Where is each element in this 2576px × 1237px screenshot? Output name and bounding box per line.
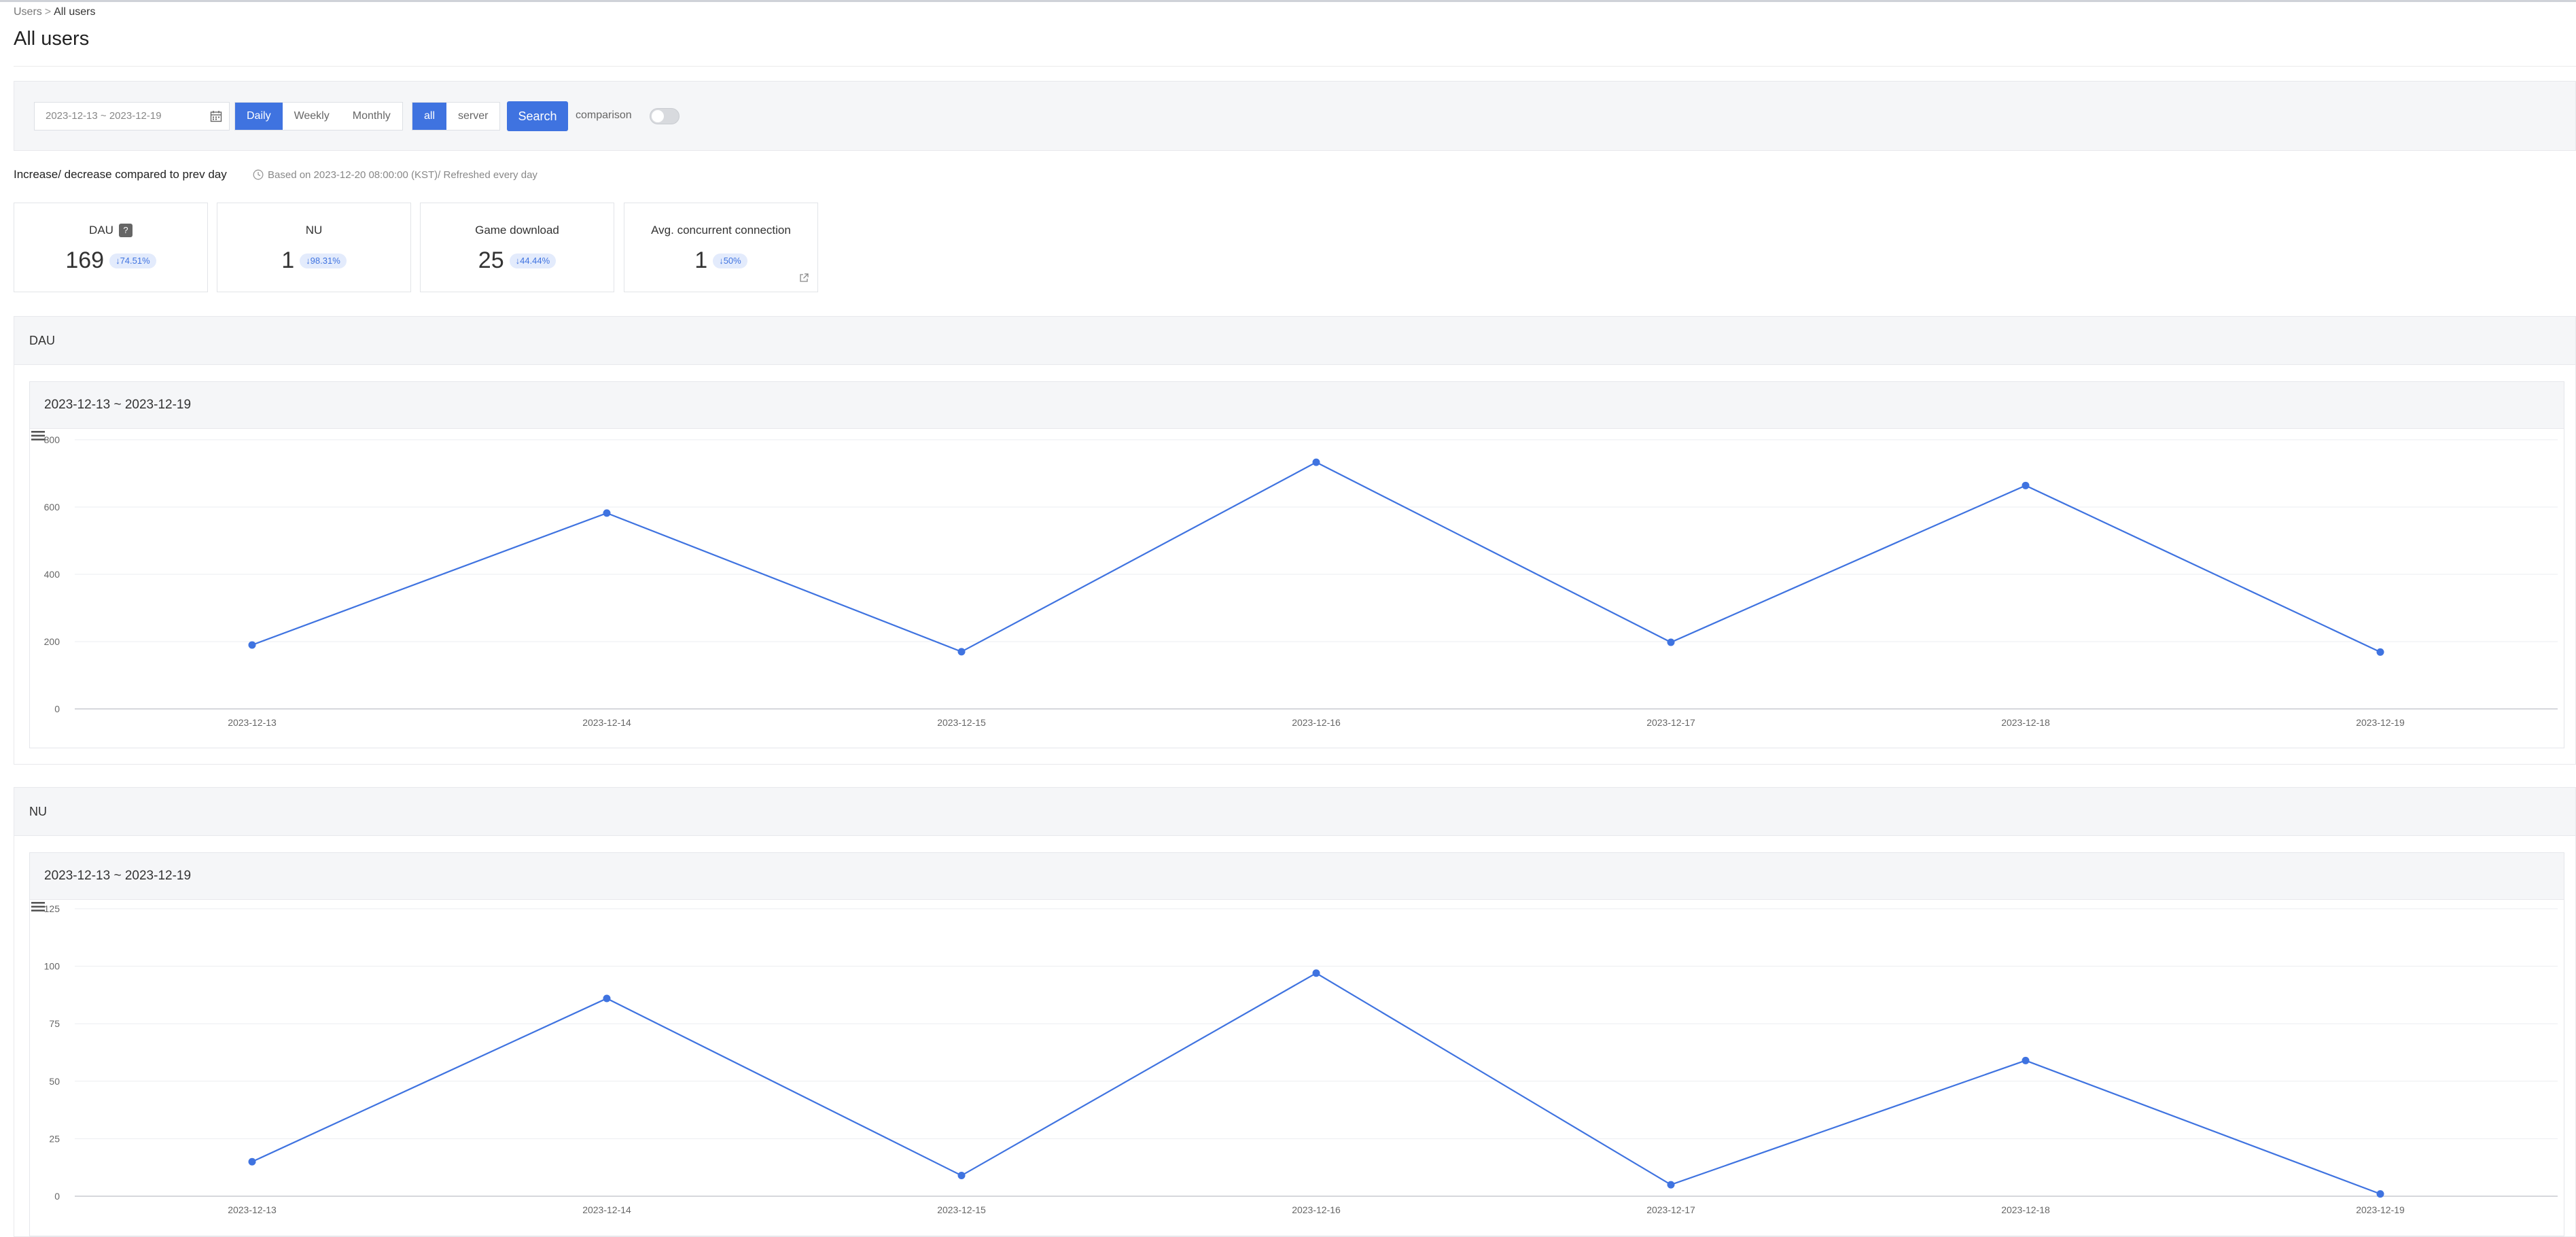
y-tick-label: 25 — [49, 1133, 60, 1144]
change-section-title: Increase/ decrease compared to prev day — [14, 168, 227, 181]
y-tick-label: 0 — [54, 703, 60, 714]
x-tick-label: 2023-12-15 — [937, 1204, 986, 1215]
x-tick-label: 2023-12-17 — [1646, 717, 1695, 728]
breadcrumb: Users > All users — [14, 6, 95, 18]
period-monthly-button[interactable]: Monthly — [341, 103, 402, 130]
card-value: 1 — [694, 247, 708, 273]
dau-section: DAU 2023-12-13 ~ 2023-12-19 0 200 400 600 80… — [14, 316, 2576, 765]
data-point — [1312, 969, 1320, 977]
date-range-value: 2023-12-13 ~ 2023-12-19 — [46, 110, 162, 122]
dau-line-chart: 0 200 400 600 800 2023-12-13 2023-12-14 2023-12… — [44, 434, 2558, 728]
data-point — [2022, 1056, 2030, 1064]
comparison-label: comparison — [576, 109, 632, 121]
clock-icon — [253, 169, 264, 180]
period-daily-button[interactable]: Daily — [235, 103, 283, 130]
card-label: Avg. concurrent connection — [651, 224, 791, 237]
y-tick-label: 75 — [49, 1018, 60, 1029]
data-point — [1312, 458, 1320, 466]
data-point — [248, 1157, 256, 1166]
breadcrumb-separator: > — [44, 6, 52, 18]
y-tick-label: 400 — [44, 569, 60, 580]
data-point — [1667, 1181, 1675, 1189]
help-icon[interactable]: ? — [118, 224, 133, 237]
card-label: DAU — [89, 224, 113, 237]
change-badge: ↓44.44% — [509, 253, 557, 268]
period-toggle: Daily Weekly Monthly — [234, 102, 403, 130]
data-point — [2376, 648, 2384, 656]
y-tick-label: 125 — [44, 903, 60, 914]
nu-line-chart: 0 25 50 75 100 125 2023-12-13 2023-12-14 2023-12… — [44, 903, 2558, 1215]
x-tick-label: 2023-12-13 — [228, 717, 277, 728]
chart-panel: 2023-12-13 ~ 2023-12-19 0 25 50 75 100 125 202… — [29, 852, 2564, 1236]
y-tick-label: 600 — [44, 502, 60, 512]
based-on-note: Based on 2023-12-20 08:00:00 (KST)/ Refr… — [253, 169, 537, 181]
y-tick-label: 100 — [44, 961, 60, 972]
x-tick-label: 2023-12-14 — [582, 1204, 631, 1215]
date-range-input[interactable]: 2023-12-13 ~ 2023-12-19 — [34, 102, 230, 130]
change-value: 44.44% — [520, 255, 550, 266]
card-value: 169 — [65, 247, 105, 273]
series-line — [251, 461, 2381, 653]
comparison-toggle[interactable] — [650, 108, 680, 124]
metric-card-avg-ccu: Avg. concurrent connection 1 ↓50% — [624, 203, 818, 292]
data-point — [2022, 481, 2030, 489]
x-tick-label: 2023-12-18 — [2001, 717, 2050, 728]
y-tick-label: 0 — [54, 1191, 60, 1202]
change-badge: ↓74.51% — [109, 253, 156, 268]
calendar-icon[interactable] — [210, 110, 222, 122]
scope-toggle: all server — [412, 102, 501, 130]
section-title: DAU — [14, 317, 2575, 365]
external-link-icon[interactable] — [798, 273, 809, 283]
x-tick-label: 2023-12-16 — [1292, 717, 1341, 728]
metric-card-game-download: Game download 25 ↓44.44% — [420, 203, 614, 292]
data-point — [1667, 638, 1675, 646]
x-tick-label: 2023-12-18 — [2001, 1204, 2050, 1215]
card-value: 25 — [478, 247, 504, 273]
change-value: 98.31% — [310, 255, 340, 266]
section-title: NU — [14, 788, 2575, 836]
breadcrumb-current: All users — [54, 6, 96, 18]
data-point — [603, 994, 611, 1003]
x-tick-label: 2023-12-17 — [1646, 1204, 1695, 1215]
x-tick-label: 2023-12-15 — [937, 717, 986, 728]
y-tick-label: 50 — [49, 1076, 60, 1087]
data-point — [957, 648, 966, 656]
change-badge: ↓50% — [713, 253, 747, 268]
data-point — [603, 509, 611, 517]
page-title: All users — [14, 28, 90, 50]
toggle-knob — [652, 110, 664, 122]
x-tick-label: 2023-12-13 — [228, 1204, 277, 1215]
y-tick-label: 200 — [44, 636, 60, 647]
scope-all-button[interactable]: all — [412, 103, 447, 130]
based-on-text: Based on 2023-12-20 08:00:00 (KST)/ Refr… — [268, 169, 537, 181]
scope-server-button[interactable]: server — [446, 103, 499, 130]
data-point — [248, 641, 256, 649]
filter-bar: 2023-12-13 ~ 2023-12-19 Daily Weekly Mon… — [14, 81, 2576, 151]
period-weekly-button[interactable]: Weekly — [283, 103, 341, 130]
card-value: 1 — [281, 247, 295, 273]
breadcrumb-parent[interactable]: Users — [14, 6, 42, 18]
change-badge: ↓98.31% — [300, 253, 347, 268]
x-tick-label: 2023-12-14 — [582, 717, 631, 728]
title-divider — [14, 66, 2576, 67]
nu-section: NU 2023-12-13 ~ 2023-12-19 0 25 50 75 100 125… — [14, 787, 2576, 1237]
change-value: 74.51% — [120, 255, 150, 266]
x-tick-label: 2023-12-19 — [2356, 717, 2405, 728]
change-value: 50% — [723, 255, 741, 266]
metric-card-dau: DAU? 169 ↓74.51% — [14, 203, 208, 292]
card-label: NU — [305, 224, 323, 237]
x-tick-label: 2023-12-16 — [1292, 1204, 1341, 1215]
y-tick-label: 800 — [44, 434, 60, 445]
chart-panel-title: 2023-12-13 ~ 2023-12-19 — [30, 853, 2564, 900]
series-line — [251, 972, 2381, 1195]
x-tick-label: 2023-12-19 — [2356, 1204, 2405, 1215]
data-point — [957, 1172, 966, 1180]
search-button[interactable]: Search — [507, 101, 568, 131]
metric-card-nu: NU 1 ↓98.31% — [217, 203, 411, 292]
data-point — [2376, 1190, 2384, 1198]
chart-panel-title: 2023-12-13 ~ 2023-12-19 — [30, 382, 2564, 429]
card-label: Game download — [475, 224, 559, 237]
chart-panel: 2023-12-13 ~ 2023-12-19 0 200 400 600 800 202… — [29, 381, 2564, 748]
